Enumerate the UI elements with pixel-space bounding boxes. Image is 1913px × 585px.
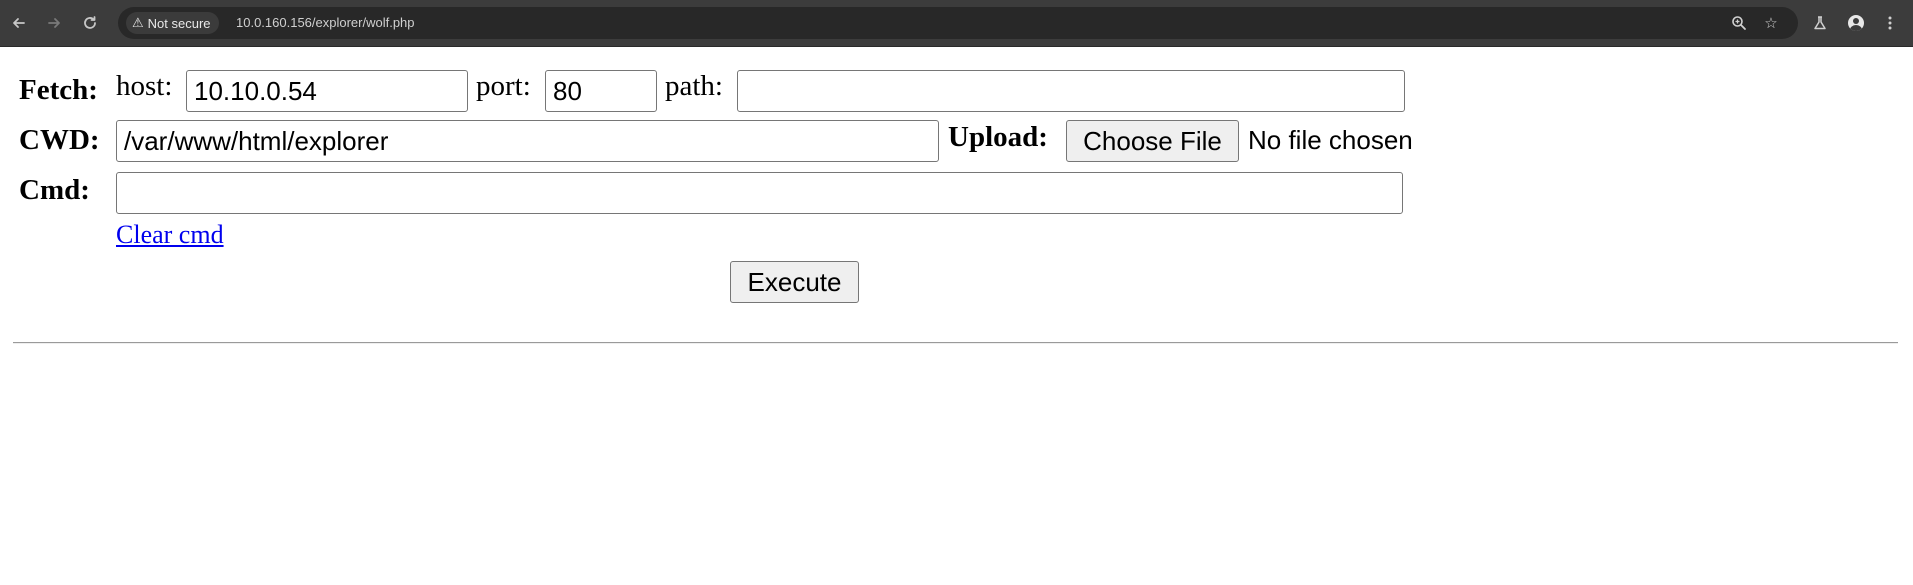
port-label: port: bbox=[476, 70, 531, 102]
zoom-icon[interactable] bbox=[1729, 13, 1749, 33]
path-input[interactable] bbox=[737, 70, 1405, 112]
security-label: Not secure bbox=[147, 15, 211, 31]
cwd-label: CWD: bbox=[19, 124, 100, 156]
flask-icon[interactable] bbox=[1808, 11, 1832, 35]
upload-label: Upload: bbox=[948, 121, 1048, 153]
clear-cmd-link[interactable]: Clear cmd bbox=[116, 220, 224, 250]
choose-file-button[interactable]: Choose File bbox=[1066, 120, 1239, 162]
path-label: path: bbox=[665, 70, 723, 102]
horizontal-rule bbox=[13, 342, 1898, 344]
cwd-input[interactable] bbox=[116, 120, 939, 162]
cmd-input[interactable] bbox=[116, 172, 1403, 214]
address-bar[interactable]: ⚠ Not secure 10.0.160.156/explorer/wolf.… bbox=[118, 7, 1798, 39]
fetch-label: Fetch: bbox=[19, 74, 98, 106]
page-content: Fetch: host: port: path: CWD: Upload: Ch… bbox=[0, 46, 1913, 585]
execute-button[interactable]: Execute bbox=[730, 261, 859, 303]
kebab-menu-icon[interactable] bbox=[1878, 11, 1902, 35]
host-label: host: bbox=[116, 70, 173, 102]
avatar-icon[interactable] bbox=[1844, 11, 1868, 35]
host-input[interactable] bbox=[186, 70, 468, 112]
forward-icon[interactable] bbox=[41, 10, 67, 36]
browser-toolbar: ⚠ Not secure 10.0.160.156/explorer/wolf.… bbox=[0, 0, 1913, 47]
reload-icon[interactable] bbox=[77, 10, 103, 36]
port-input[interactable] bbox=[545, 70, 657, 112]
back-icon[interactable] bbox=[6, 10, 32, 36]
url-text[interactable]: 10.0.160.156/explorer/wolf.php bbox=[236, 15, 415, 30]
file-status-text: No file chosen bbox=[1248, 125, 1413, 155]
star-icon[interactable]: ☆ bbox=[1761, 13, 1781, 33]
security-chip[interactable]: ⚠ Not secure bbox=[126, 12, 219, 34]
cmd-label: Cmd: bbox=[19, 174, 90, 206]
warning-triangle-icon: ⚠ bbox=[132, 15, 144, 30]
